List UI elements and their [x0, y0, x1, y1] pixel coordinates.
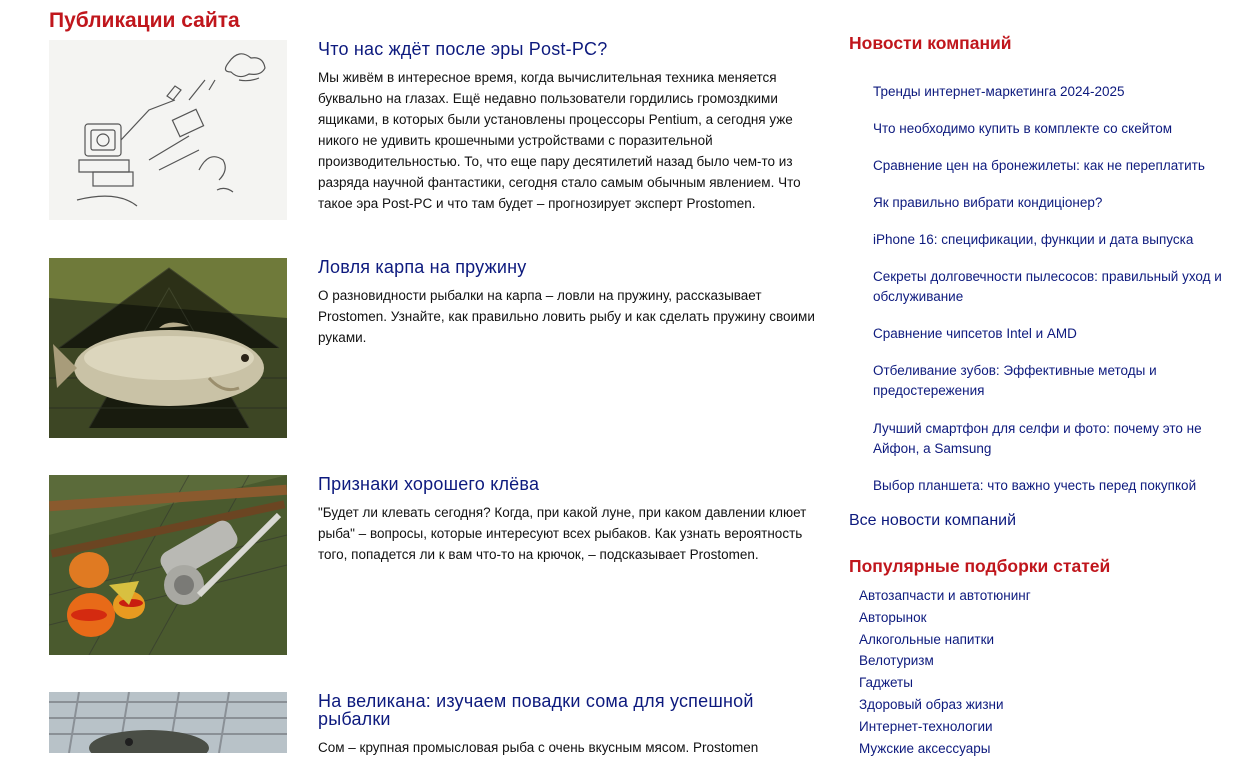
news-link[interactable]: Сравнение чипсетов Intel и AMD — [873, 326, 1077, 341]
list-item: Автозапчасти и автотюнинг — [859, 586, 1031, 608]
category-link[interactable]: Автозапчасти и автотюнинг — [859, 588, 1031, 603]
list-item: Авторынок — [859, 608, 1031, 630]
article-excerpt: Сом – крупная промысловая рыба с очень в… — [318, 740, 759, 755]
news-link[interactable]: Тренды интернет-маркетинга 2024-2025 — [873, 84, 1125, 99]
list-item: Интернет-технологии — [859, 717, 1031, 739]
list-item: Алкогольные напитки — [859, 630, 1031, 652]
article-excerpt: "Будет ли клевать сегодня? Когда, при ка… — [318, 505, 807, 562]
article-title-link[interactable]: На великана: изучаем повадки сома для ус… — [318, 692, 818, 728]
news-link[interactable]: Секреты долговечности пылесосов: правиль… — [873, 269, 1222, 304]
article-excerpt: Мы живём в интересное время, когда вычис… — [318, 70, 801, 211]
article-excerpt: О разновидности рыбалки на карпа – ловли… — [318, 288, 815, 345]
list-item: iPhone 16: спецификации, функции и дата … — [873, 230, 1225, 250]
article-title-link[interactable]: Признаки хорошего клёва — [318, 475, 818, 493]
list-item: Отбеливание зубов: Эффективные методы и … — [873, 361, 1225, 401]
list-item: Сравнение цен на бронежилеты: как не пер… — [873, 156, 1225, 176]
category-link[interactable]: Интернет-технологии — [859, 719, 993, 734]
category-link[interactable]: Здоровый образ жизни — [859, 697, 1004, 712]
sidebar: Новости компаний Тренды интернет-маркети… — [849, 32, 1229, 756]
list-item: Секреты долговечности пылесосов: правиль… — [873, 267, 1225, 307]
category-link[interactable]: Авторынок — [859, 610, 927, 625]
list-item: Мужские аксессуары — [859, 739, 1031, 760]
news-link[interactable]: Лучший смартфон для селфи и фото: почему… — [873, 421, 1202, 456]
article-title-link[interactable]: Что нас ждёт после эры Post-PC? — [318, 40, 818, 58]
category-link[interactable]: Алкогольные напитки — [859, 632, 994, 647]
news-link[interactable]: iPhone 16: спецификации, функции и дата … — [873, 232, 1193, 247]
article-image-floats[interactable] — [49, 475, 287, 655]
category-link[interactable]: Велотуризм — [859, 653, 934, 668]
publications-section: Публикации сайта Что нас ждёт после эры … — [49, 8, 819, 755]
popular-categories-list: Автозапчасти и автотюнинг Авторынок Алко… — [859, 586, 1031, 760]
article-image-catfish[interactable] — [49, 692, 287, 753]
list-item: Лучший смартфон для селфи и фото: почему… — [873, 419, 1225, 459]
category-link[interactable]: Гаджеты — [859, 675, 913, 690]
news-link[interactable]: Что необходимо купить в комплекте со ске… — [873, 121, 1172, 136]
list-item: Велотуризм — [859, 651, 1031, 673]
news-link[interactable]: Отбеливание зубов: Эффективные методы и … — [873, 363, 1157, 398]
list-item: Сравнение чипсетов Intel и AMD — [873, 324, 1225, 344]
list-item: Гаджеты — [859, 673, 1031, 695]
news-link[interactable]: Выбор планшета: что важно учесть перед п… — [873, 478, 1196, 493]
news-link[interactable]: Як правильно вибрати кондиціонер? — [873, 195, 1102, 210]
category-link[interactable]: Мужские аксессуары — [859, 741, 990, 756]
list-item: Тренды интернет-маркетинга 2024-2025 — [873, 82, 1225, 102]
article-title-link[interactable]: Ловля карпа на пружину — [318, 258, 818, 276]
list-item: Выбор планшета: что важно учесть перед п… — [873, 476, 1225, 496]
section-title: Публикации сайта — [49, 9, 240, 32]
news-section-title: Новости компаний — [849, 33, 1012, 53]
article-image-postpc[interactable] — [49, 40, 287, 220]
list-item: Як правильно вибрати кондиціонер? — [873, 193, 1225, 213]
all-news-link[interactable]: Все новости компаний — [849, 512, 1016, 530]
list-item: Здоровый образ жизни — [859, 695, 1031, 717]
news-link[interactable]: Сравнение цен на бронежилеты: как не пер… — [873, 158, 1205, 173]
popular-section-title: Популярные подборки статей — [849, 556, 1111, 576]
article-image-carp[interactable] — [49, 258, 287, 438]
list-item: Что необходимо купить в комплекте со ске… — [873, 119, 1225, 139]
